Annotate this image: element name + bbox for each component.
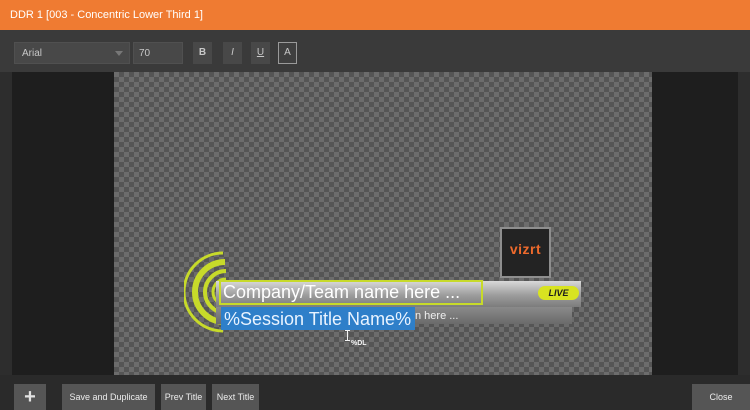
italic-button[interactable]: I xyxy=(223,42,242,64)
font-size-value: 70 xyxy=(139,48,151,59)
cursor-label: %DL xyxy=(351,340,367,347)
save-and-duplicate-button[interactable]: Save and Duplicate xyxy=(62,384,155,410)
live-badge: LIVE xyxy=(538,286,579,300)
bold-button[interactable]: B xyxy=(193,42,212,64)
lower-third-subtext[interactable]: n here ... xyxy=(415,310,458,322)
text-format-toolbar: Arial 70 B I U A xyxy=(0,30,750,72)
vizrt-logo: vizrt xyxy=(500,227,551,278)
all-caps-button[interactable]: A xyxy=(278,42,297,64)
close-button[interactable]: Close xyxy=(692,384,750,410)
underline-button[interactable]: U xyxy=(251,42,270,64)
prev-title-button[interactable]: Prev Title xyxy=(161,384,206,410)
logo-text: vizrt xyxy=(509,241,542,257)
chevron-down-icon xyxy=(115,51,123,56)
company-name-text[interactable]: Company/Team name here ... xyxy=(223,282,460,303)
add-button[interactable]: + xyxy=(14,384,46,410)
next-title-button[interactable]: Next Title xyxy=(212,384,259,410)
font-size-field[interactable]: 70 xyxy=(133,42,183,64)
session-title-text[interactable]: %Session Title Name% xyxy=(224,309,411,330)
font-family-value: Arial xyxy=(22,48,43,59)
font-family-dropdown[interactable]: Arial xyxy=(14,42,130,64)
title-bar: DDR 1 [003 - Concentric Lower Third 1] xyxy=(0,0,750,30)
window-title: DDR 1 [003 - Concentric Lower Third 1] xyxy=(10,9,203,21)
text-cursor-icon xyxy=(345,330,350,341)
